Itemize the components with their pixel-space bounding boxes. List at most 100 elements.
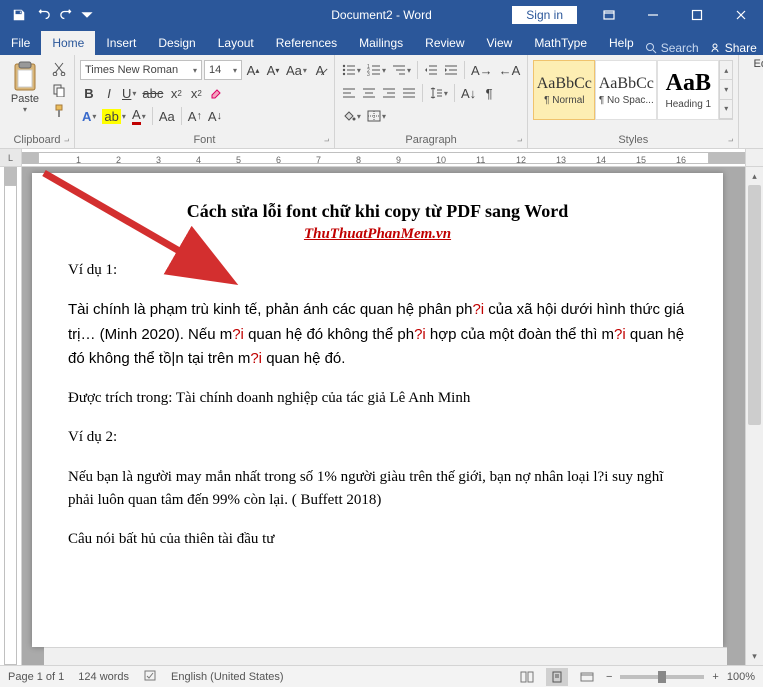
tab-references[interactable]: References [265, 31, 348, 55]
subscript-button[interactable]: x2 [167, 83, 185, 103]
doc-p6: Câu nói bất hủ của thiên tài đầu tư [68, 528, 687, 551]
style-name: ¶ No Spac... [599, 95, 654, 106]
page[interactable]: Cách sửa lỗi font chữ khi copy từ PDF sa… [32, 173, 723, 647]
style-heading1[interactable]: AaB Heading 1 [657, 60, 719, 120]
vertical-scrollbar[interactable]: ▴ ▾ [745, 167, 763, 665]
change-case-button[interactable]: Aa [284, 60, 309, 80]
tab-mathtype[interactable]: MathType [523, 31, 598, 55]
indent-button[interactable] [442, 60, 460, 80]
superscript-button[interactable]: x2 [187, 83, 205, 103]
grow-font-button[interactable]: A▴ [244, 60, 262, 80]
cut-button[interactable] [49, 60, 69, 78]
char-shading-button[interactable]: Aa [157, 106, 177, 126]
close-icon[interactable] [719, 0, 763, 29]
tab-file[interactable]: File [0, 31, 41, 55]
clear-format-button[interactable]: A̷ [311, 60, 329, 80]
shrink-button2[interactable]: A↓ [206, 106, 224, 126]
redo-icon[interactable] [56, 4, 78, 26]
scroll-down-icon[interactable]: ▾ [746, 647, 763, 665]
indent-icon [444, 64, 458, 76]
copy-button[interactable] [49, 81, 69, 99]
paste-label: Paste [11, 93, 39, 105]
bold-button[interactable]: B [80, 83, 98, 103]
tab-design[interactable]: Design [147, 31, 206, 55]
share-button[interactable]: Share [709, 41, 757, 55]
editing-button[interactable]: Editing ▾ [744, 58, 763, 79]
styles-scroll[interactable]: ▴ ▾ ▾ [719, 60, 733, 120]
bullets-icon [342, 64, 356, 76]
format-painter-button[interactable] [49, 102, 69, 120]
zoom-out-button[interactable]: − [606, 671, 612, 683]
text-effects-button[interactable] [207, 83, 225, 103]
tab-layout[interactable]: Layout [207, 31, 265, 55]
rtl-button[interactable]: ←A [497, 60, 523, 80]
borders-button[interactable] [365, 106, 388, 126]
shading-button[interactable] [340, 106, 363, 126]
highlight-button[interactable]: ab [100, 106, 127, 126]
sort-button[interactable]: A↓ [459, 83, 478, 103]
view-web-icon[interactable] [576, 668, 598, 686]
search-icon [645, 42, 657, 54]
qat-more-icon[interactable] [80, 4, 94, 26]
align-left-button[interactable] [340, 83, 358, 103]
line-spacing-button[interactable] [427, 83, 450, 103]
styles-more-icon[interactable]: ▾ [720, 100, 732, 119]
status-words[interactable]: 124 words [78, 671, 129, 683]
style-normal[interactable]: AaBbCc ¶ Normal [533, 60, 595, 120]
undo-icon[interactable] [32, 4, 54, 26]
maximize-icon[interactable] [675, 0, 719, 29]
zoom-slider[interactable] [620, 675, 704, 679]
tab-review[interactable]: Review [414, 31, 475, 55]
scroll-thumb[interactable] [748, 185, 761, 425]
horizontal-scrollbar[interactable] [44, 647, 727, 665]
text-effects-A-button[interactable]: A [80, 106, 98, 126]
search-box[interactable]: Search [645, 41, 699, 55]
borders-icon [367, 110, 381, 122]
italic-button[interactable]: I [100, 83, 118, 103]
tab-selector[interactable]: L [0, 149, 22, 166]
tab-insert[interactable]: Insert [95, 31, 147, 55]
scroll-up-icon[interactable]: ▴ [746, 167, 763, 185]
save-icon[interactable] [8, 4, 30, 26]
zoom-value[interactable]: 100% [727, 671, 755, 683]
spacing-icon [429, 87, 443, 99]
font-size-combo[interactable]: 14▾ [204, 60, 242, 80]
ribbon-display-icon[interactable] [587, 0, 631, 29]
minimize-icon[interactable] [631, 0, 675, 29]
underline-button[interactable]: U [120, 83, 138, 103]
status-page[interactable]: Page 1 of 1 [8, 671, 64, 683]
align-right-button[interactable] [380, 83, 398, 103]
enclose-button[interactable]: A↑ [186, 106, 204, 126]
ruler-vertical[interactable] [0, 167, 22, 665]
tab-mailings[interactable]: Mailings [348, 31, 414, 55]
styles-down-icon[interactable]: ▾ [720, 80, 732, 99]
style-preview: AaBbCc [537, 75, 592, 93]
style-no-spacing[interactable]: AaBbCc ¶ No Spac... [595, 60, 657, 120]
doc-p1: Ví dụ 1: [68, 259, 687, 282]
view-print-icon[interactable] [546, 668, 568, 686]
shrink-font-button[interactable]: A▾ [264, 60, 282, 80]
zoom-in-button[interactable]: + [712, 671, 718, 683]
paste-button[interactable]: Paste ▾ [5, 58, 45, 132]
justify-button[interactable] [400, 83, 418, 103]
font-name-combo[interactable]: Times New Roman▾ [80, 60, 202, 80]
outdent-button[interactable] [422, 60, 440, 80]
numbering-button[interactable]: 123 [365, 60, 388, 80]
tab-help[interactable]: Help [598, 31, 645, 55]
doc-title: Cách sửa lỗi font chữ khi copy từ PDF sa… [68, 201, 687, 222]
status-lang[interactable]: English (United States) [171, 671, 284, 683]
font-color-button[interactable]: A [130, 106, 148, 126]
show-marks-button[interactable]: ¶ [480, 83, 498, 103]
styles-up-icon[interactable]: ▴ [720, 61, 732, 80]
tab-view[interactable]: View [476, 31, 524, 55]
ltr-button[interactable]: A→ [469, 60, 495, 80]
ruler-horizontal[interactable]: L 1234567891011121314151617 [0, 149, 763, 167]
strike-button[interactable]: abc [140, 83, 165, 103]
sign-in-button[interactable]: Sign in [512, 6, 577, 24]
align-center-button[interactable] [360, 83, 378, 103]
bullets-button[interactable] [340, 60, 363, 80]
tab-home[interactable]: Home [41, 31, 95, 55]
view-read-icon[interactable] [516, 668, 538, 686]
multilevel-button[interactable] [390, 60, 413, 80]
status-proof-icon[interactable] [143, 668, 157, 685]
